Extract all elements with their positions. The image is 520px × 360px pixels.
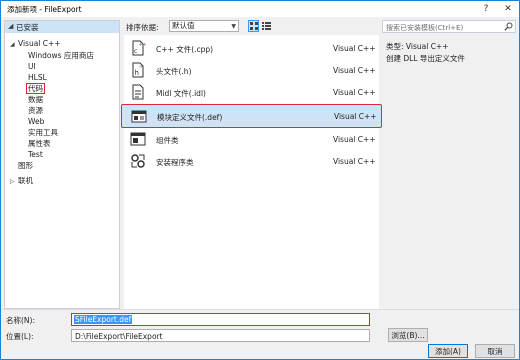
browse-button[interactable]: 浏览(B)... [388, 328, 428, 342]
window-title: 添加新项 - FileExport [7, 5, 82, 14]
module-def-file-icon [131, 110, 147, 123]
svg-text:++: ++ [139, 42, 147, 48]
svg-text:h: h [135, 69, 139, 77]
add-new-item-dialog: 添加新项 - FileExport ? ✕ ◢ 已安装 ◢ Visual C++ … [0, 0, 520, 360]
template-item-midl-file[interactable]: Midl 文件(.idl) Visual C++ [124, 81, 379, 105]
tree-node-ui[interactable]: UI [28, 62, 36, 73]
collapsed-arrow-icon: ▷ [10, 178, 15, 185]
template-item-component-class[interactable]: 组件类 Visual C++ [124, 128, 379, 152]
tree-node-data[interactable]: 数据 [28, 95, 43, 106]
location-label: 位置(L): [6, 332, 34, 341]
location-field[interactable]: D:\FileExport\FileExport [71, 329, 370, 342]
tree-node-utility[interactable]: 实用工具 [28, 128, 58, 139]
header-file-icon: + h [132, 62, 144, 78]
type-line: 类型: Visual C++ [386, 41, 516, 53]
template-item-cpp-file[interactable]: ++ c C++ 文件(.cpp) Visual C++ [124, 37, 379, 61]
template-details: 类型: Visual C++ 创建 DLL 导出定义文件 [386, 41, 516, 65]
midl-file-icon [132, 84, 144, 100]
sort-toolbar: 排序依据: 默认值 ▼ [124, 20, 379, 33]
tree-node-resource[interactable]: 资源 [28, 106, 43, 117]
search-input[interactable]: 搜索已安装模板(Ctrl+E) [382, 20, 516, 33]
tree-node-windows-store[interactable]: Windows 应用商店 [28, 51, 94, 62]
chevron-down-icon: ▼ [231, 23, 236, 30]
add-button[interactable]: 添加(A) [428, 344, 468, 358]
template-description: 创建 DLL 导出定义文件 [386, 54, 465, 63]
tree-node-web[interactable]: Web [28, 117, 44, 128]
expanded-arrow-icon: ◢ [10, 41, 15, 48]
sort-label: 排序依据: [126, 23, 159, 32]
type-value: Visual C++ [405, 42, 449, 51]
list-view-icon [262, 22, 271, 30]
list-view-button[interactable] [261, 20, 272, 32]
name-field[interactable]: SFileExport.def [71, 313, 370, 326]
close-button[interactable]: ✕ [497, 1, 519, 17]
title-bar: 添加新项 - FileExport ? ✕ [1, 1, 519, 17]
template-item-installer-class[interactable]: 安装程序类 Visual C++ [124, 150, 379, 174]
tree-node-installed[interactable]: ◢ 已安装 [5, 21, 119, 33]
cancel-button[interactable]: 取消 [475, 344, 515, 358]
selected-tree-label: 代码 [26, 83, 45, 94]
name-value: SFileExport.def [74, 315, 133, 324]
name-label: 名称(N): [6, 316, 35, 325]
type-label: 类型: [386, 42, 404, 51]
template-list: ++ c C++ 文件(.cpp) Visual C++ + h 头文件(.h)… [121, 35, 382, 309]
expanded-arrow-icon: ◢ [8, 22, 14, 30]
tree-node-test[interactable]: Test [28, 150, 43, 161]
grid-view-button[interactable] [248, 20, 259, 32]
svg-text:+: + [139, 64, 143, 70]
sort-dropdown[interactable]: 默认值 ▼ [169, 20, 239, 32]
template-item-header-file[interactable]: + h 头文件(.h) Visual C++ [124, 59, 379, 83]
tree-node-online[interactable]: ▷ 联机 [10, 176, 33, 187]
search-icon [504, 22, 513, 31]
tree-node-property-sheet[interactable]: 属性表 [28, 139, 51, 150]
tree-node-graphics[interactable]: 图形 [18, 161, 33, 172]
template-item-module-def-file[interactable]: 模块定义文件(.def) Visual C++ [121, 104, 382, 128]
installer-class-icon [131, 154, 145, 168]
help-button[interactable]: ? [475, 1, 497, 17]
svg-text:c: c [134, 48, 137, 55]
cpp-file-icon: ++ c [132, 40, 147, 56]
location-value: D:\FileExport\FileExport [75, 332, 163, 341]
template-tree: ◢ 已安装 ◢ Visual C++ Windows 应用商店 UI HLSL 代… [4, 20, 120, 309]
tree-node-visual-cpp[interactable]: ◢ Visual C++ [10, 39, 61, 50]
search-placeholder: 搜索已安装模板(Ctrl+E) [386, 24, 464, 32]
component-class-icon [130, 132, 146, 146]
tree-node-code[interactable]: 代码 [26, 83, 45, 95]
divider [1, 309, 519, 310]
grid-view-icon [249, 22, 258, 30]
